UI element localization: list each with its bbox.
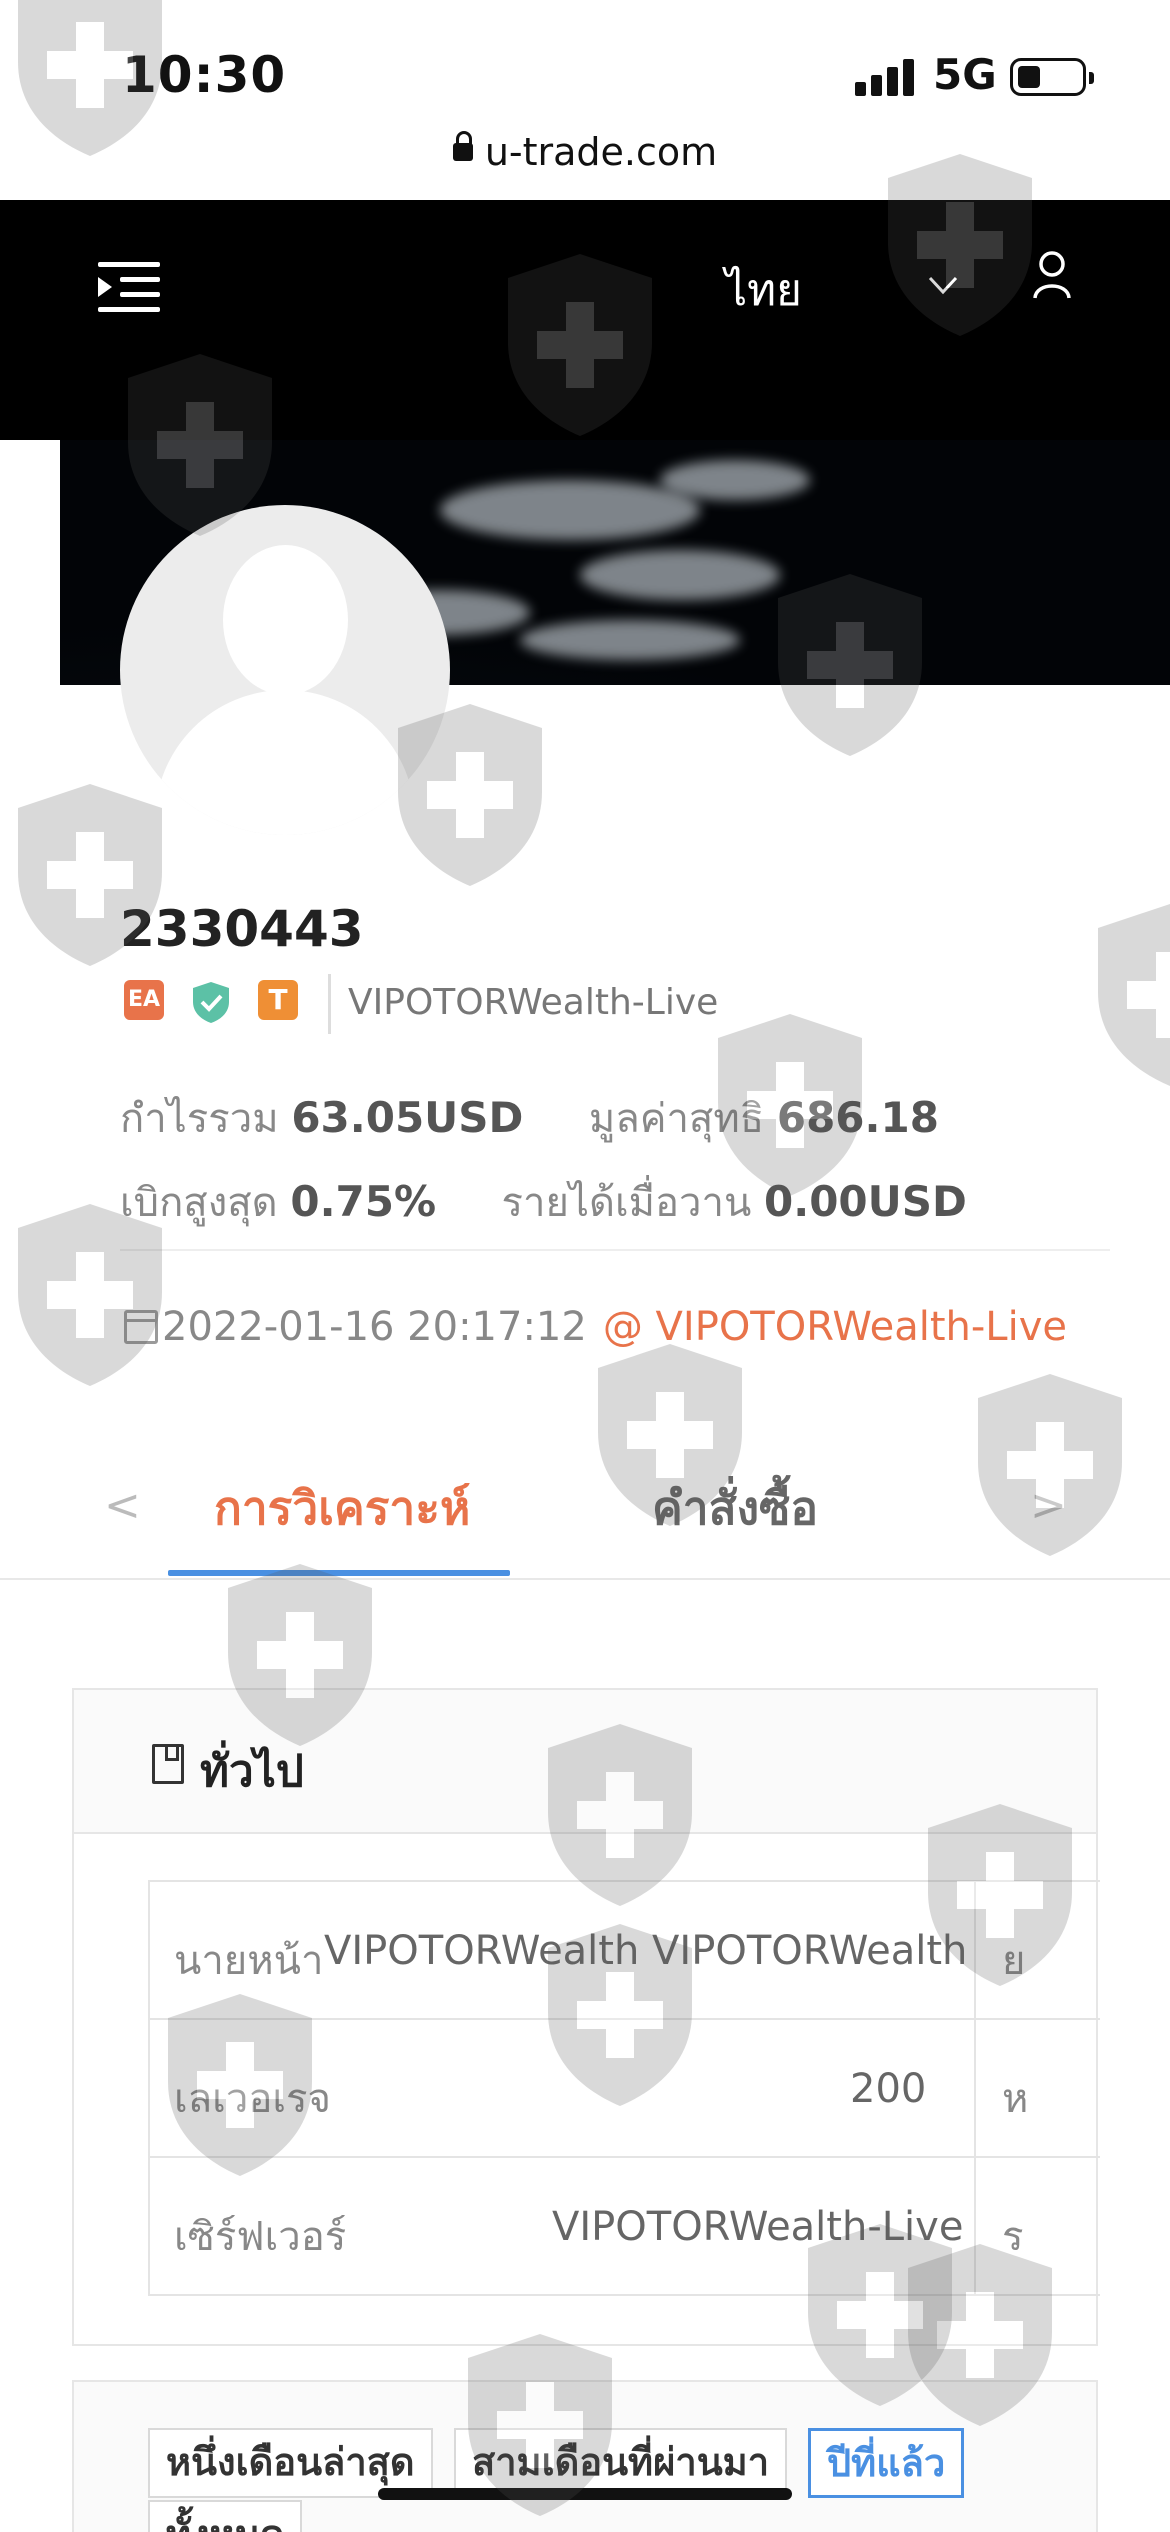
address-bar[interactable]: u-trade.com	[0, 130, 1170, 174]
max-drawdown-value: 0.75%	[290, 1177, 437, 1226]
watermark-shield-icon	[1098, 904, 1170, 1086]
period-selector: หนึ่งเดือนล่าสุด สามเดือนที่ผ่านมา ปีที่…	[72, 2380, 1098, 2532]
tab-analysis[interactable]: การวิเคราะห์	[214, 1472, 470, 1545]
net-value-value: 686.18	[776, 1093, 939, 1142]
divider	[120, 1249, 1110, 1251]
menu-icon[interactable]	[98, 262, 160, 312]
general-card-title: ทั่วไป	[200, 1746, 304, 1797]
server-row-label: เซิร์ฟเวอร์	[174, 2214, 347, 2260]
chevron-down-icon[interactable]	[928, 270, 958, 300]
tab-prev-arrow[interactable]: <	[104, 1480, 141, 1531]
leverage-label: เลเวอเรจ	[174, 2076, 331, 2122]
account-id: 2330443	[120, 900, 364, 958]
created-date: 2022-01-16 20:17:12	[162, 1304, 587, 1350]
truncated-cell: ห	[1002, 2076, 1029, 2122]
battery-icon	[1010, 58, 1094, 96]
period-last-year[interactable]: ปีที่แล้ว	[808, 2428, 965, 2498]
truncated-cell: ย	[1002, 1938, 1026, 1984]
badge-divider	[328, 974, 331, 1034]
truncated-cell: ร	[1002, 2214, 1024, 2260]
language-select[interactable]: ไทย	[725, 255, 802, 325]
tab-next-arrow[interactable]: >	[1030, 1480, 1067, 1531]
user-icon[interactable]	[1032, 250, 1072, 300]
yesterday-income-value: 0.00USD	[764, 1177, 967, 1226]
stats-row-1: กำไรรวม 63.05USD มูลค่าสุทธิ 686.18	[120, 1086, 939, 1150]
max-drawdown-label: เบิกสูงสุด	[120, 1180, 278, 1226]
broker-value: VIPOTORWealth VIPOTORWealth	[324, 1928, 968, 1974]
net-value-label: มูลค่าสุทธิ	[588, 1096, 765, 1142]
verified-shield-icon	[193, 982, 229, 1023]
server-row-value: VIPOTORWealth-Live	[552, 2204, 964, 2250]
lock-icon	[452, 131, 473, 161]
server-link[interactable]: @ VIPOTORWealth-Live	[603, 1304, 1067, 1350]
yesterday-income-label: รายได้เมื่อวาน	[501, 1180, 752, 1226]
home-indicator	[378, 2488, 792, 2500]
table-row: เซิร์ฟเวอร์ VIPOTORWealth-Live ร	[150, 2158, 1100, 2294]
status-bar: 10:30 5G u-trade.com	[0, 0, 1170, 174]
tab-bar: < การวิเคราะห์ คำสั่งซื้อ >	[0, 1420, 1170, 1580]
calendar-icon	[124, 1310, 158, 1344]
general-card: ทั่วไป นายหน้า VIPOTORWealth VIPOTORWeal…	[72, 1688, 1100, 2346]
table-row: เลเวอเรจ 200 ห	[150, 2020, 1100, 2158]
t-badge: T	[258, 980, 298, 1020]
signal-icon	[855, 58, 915, 96]
tab-orders[interactable]: คำสั่งซื้อ	[652, 1472, 818, 1545]
general-card-header: ทั่วไป	[74, 1690, 1096, 1834]
server-label: VIPOTORWealth-Live	[348, 982, 719, 1023]
status-time: 10:30	[122, 46, 287, 104]
table-row: นายหน้า VIPOTORWealth VIPOTORWealth ย	[150, 1882, 1100, 2020]
period-all[interactable]: ทั้งหมด	[148, 2500, 303, 2532]
stats-row-2: เบิกสูงสุด 0.75% รายได้เมื่อวาน 0.00USD	[120, 1170, 967, 1234]
ea-badge: EA	[124, 980, 164, 1020]
total-profit-label: กำไรรวม	[120, 1096, 279, 1142]
leverage-value: 200	[850, 2066, 927, 2112]
created-line: 2022-01-16 20:17:12 @ VIPOTORWealth-Live	[124, 1304, 1067, 1350]
broker-label: นายหน้า	[174, 1938, 324, 1984]
avatar	[120, 505, 450, 835]
general-info-table: นายหน้า VIPOTORWealth VIPOTORWealth ย เล…	[148, 1880, 1100, 2296]
app-header: ไทย	[0, 200, 1170, 440]
url-text: u-trade.com	[484, 130, 718, 174]
network-type: 5G	[933, 50, 997, 99]
total-profit-value: 63.05USD	[291, 1093, 524, 1142]
bookmark-icon	[152, 1744, 184, 1784]
active-tab-indicator	[168, 1570, 510, 1576]
